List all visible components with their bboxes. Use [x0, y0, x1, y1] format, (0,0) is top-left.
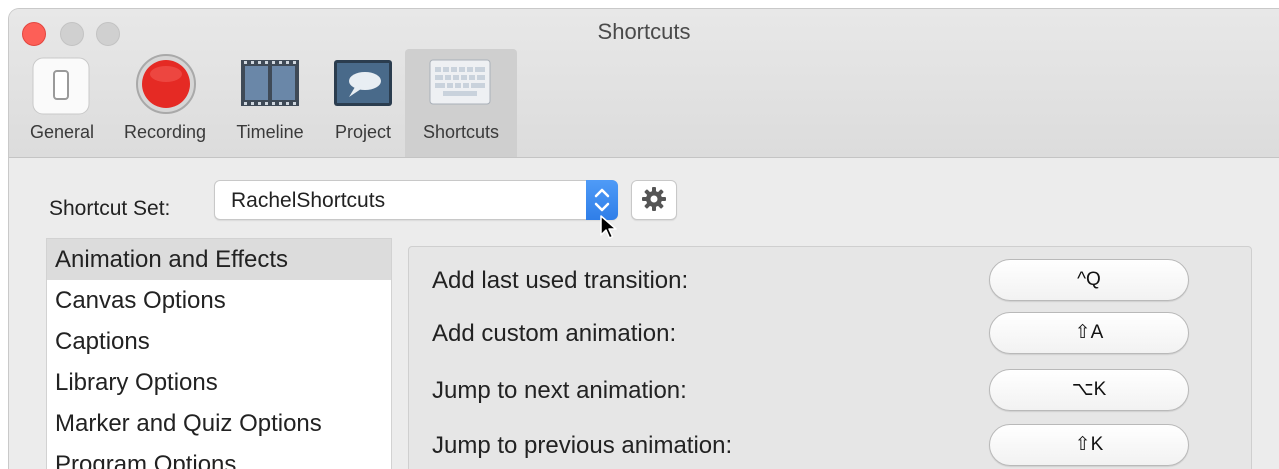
toolbar-tab-recording[interactable]: Recording — [110, 49, 220, 157]
shortcut-key-button[interactable]: ^Q — [989, 259, 1189, 301]
shortcut-row: Add custom animation: ⇧A — [409, 310, 1251, 366]
toolbar-tab-timeline[interactable]: Timeline — [225, 49, 315, 157]
category-item-program-options[interactable]: Program Options — [47, 444, 391, 469]
toolbar-tab-general[interactable]: General — [18, 49, 106, 157]
shortcut-set-options-button[interactable] — [631, 180, 677, 220]
shortcut-label: Add last used transition: — [432, 267, 689, 294]
shortcut-list-panel: Add last used transition: ^Q Add custom … — [408, 246, 1252, 469]
preferences-window: Shortcuts General Recording Timeline Pro… — [9, 9, 1279, 469]
shortcut-set-label: Shortcut Set: — [49, 197, 171, 220]
toolbar-tab-shortcuts[interactable]: Shortcuts — [405, 49, 517, 157]
toolbar-label-recording: Recording — [123, 122, 207, 142]
title-bar: Shortcuts General Recording Timeline Pro… — [9, 9, 1279, 158]
record-icon — [135, 53, 197, 120]
shortcut-set-value: RachelShortcuts — [231, 189, 386, 212]
shortcut-label: Jump to previous animation: — [432, 432, 733, 459]
toolbar-label-shortcuts: Shortcuts — [422, 122, 500, 142]
shortcut-key-button[interactable]: ⇧K — [989, 424, 1189, 466]
shortcut-label: Add custom animation: — [432, 320, 677, 347]
category-item-animation-and-effects[interactable]: Animation and Effects — [47, 239, 391, 280]
shortcut-key-button[interactable]: ⇧A — [989, 312, 1189, 354]
toolbar-tab-project[interactable]: Project — [321, 49, 405, 157]
toolbar-label-general: General — [29, 122, 95, 142]
shortcut-key-button[interactable]: ⌥K — [989, 369, 1189, 411]
window-title: Shortcuts — [597, 19, 691, 44]
category-list[interactable]: Animation and Effects Canvas Options Cap… — [46, 238, 392, 469]
project-icon — [333, 59, 393, 112]
shortcut-label: Jump to next animation: — [432, 377, 687, 404]
timeline-film-icon — [240, 59, 300, 112]
shortcut-row: Add last used transition: ^Q — [409, 257, 1251, 313]
shortcut-row: Jump to previous animation: ⇧K — [409, 422, 1251, 469]
shortcut-row: Jump to next animation: ⌥K — [409, 367, 1251, 423]
shortcut-set-select[interactable]: RachelShortcuts — [214, 180, 618, 220]
category-item-marker-and-quiz-options[interactable]: Marker and Quiz Options — [47, 403, 391, 444]
toolbar-label-timeline: Timeline — [236, 122, 304, 142]
category-item-canvas-options[interactable]: Canvas Options — [47, 280, 391, 321]
toolbar-label-project: Project — [334, 122, 392, 142]
general-switch-icon — [31, 56, 91, 121]
category-item-library-options[interactable]: Library Options — [47, 362, 391, 403]
mouse-pointer-icon — [600, 215, 618, 246]
gear-icon — [641, 186, 667, 217]
category-item-captions[interactable]: Captions — [47, 321, 391, 362]
keyboard-icon — [429, 59, 491, 110]
shortcuts-pane: Shortcut Set: RachelShortcuts Animation … — [9, 158, 1279, 469]
select-arrows-icon[interactable] — [586, 180, 618, 220]
